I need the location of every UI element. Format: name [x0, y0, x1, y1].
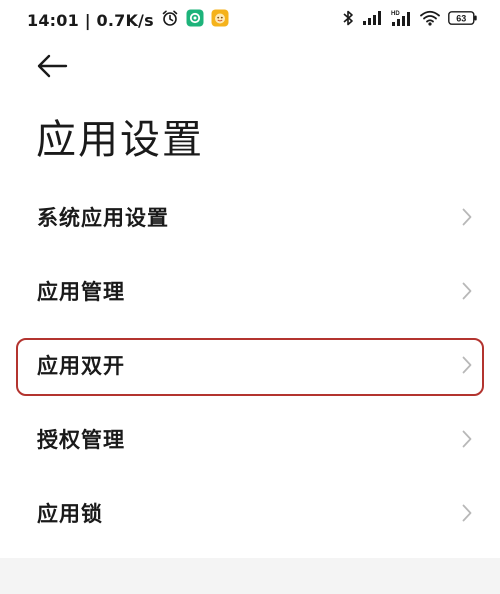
- alarm-icon: [161, 9, 179, 31]
- menu-item-app-management[interactable]: 应用管理: [18, 254, 500, 328]
- menu-item-label: 应用双开: [37, 354, 125, 378]
- menu-item-label: 应用锁: [37, 502, 103, 526]
- menu-item-permissions[interactable]: 授权管理: [18, 402, 500, 476]
- hd-signal-icon: HD: [390, 9, 412, 31]
- menu-item-system-app-settings[interactable]: 系统应用设置: [18, 180, 500, 254]
- status-left: 14:01 | 0.7K/s: [27, 9, 229, 31]
- chevron-right-icon: [462, 430, 472, 452]
- chevron-right-icon: [462, 504, 472, 526]
- signal-icon: [362, 10, 382, 30]
- battery-icon: 63: [448, 10, 478, 30]
- chevron-right-icon: [462, 356, 472, 378]
- status-right: HD 63: [342, 9, 478, 31]
- bottom-strip: [0, 558, 500, 594]
- status-bar: 14:01 | 0.7K/s HD 63: [0, 0, 500, 40]
- svg-text:HD: HD: [391, 11, 400, 17]
- app-yellow-icon: [211, 9, 229, 31]
- back-button[interactable]: [36, 52, 72, 84]
- menu-item-label: 应用管理: [37, 280, 125, 304]
- menu-item-label: 系统应用设置: [37, 206, 169, 230]
- menu-item-dual-apps[interactable]: 应用双开: [18, 328, 500, 402]
- bluetooth-icon: [342, 9, 354, 31]
- status-time-speed: 14:01 | 0.7K/s: [27, 10, 154, 30]
- back-arrow-icon: [36, 54, 68, 82]
- app-green-icon: [186, 9, 204, 31]
- chevron-right-icon: [462, 208, 472, 230]
- page-title: 应用设置: [36, 117, 204, 163]
- chevron-right-icon: [462, 282, 472, 304]
- menu-item-label: 授权管理: [37, 428, 125, 452]
- wifi-icon: [420, 10, 440, 30]
- battery-level: 63: [456, 14, 466, 24]
- menu-item-app-lock[interactable]: 应用锁: [18, 476, 500, 550]
